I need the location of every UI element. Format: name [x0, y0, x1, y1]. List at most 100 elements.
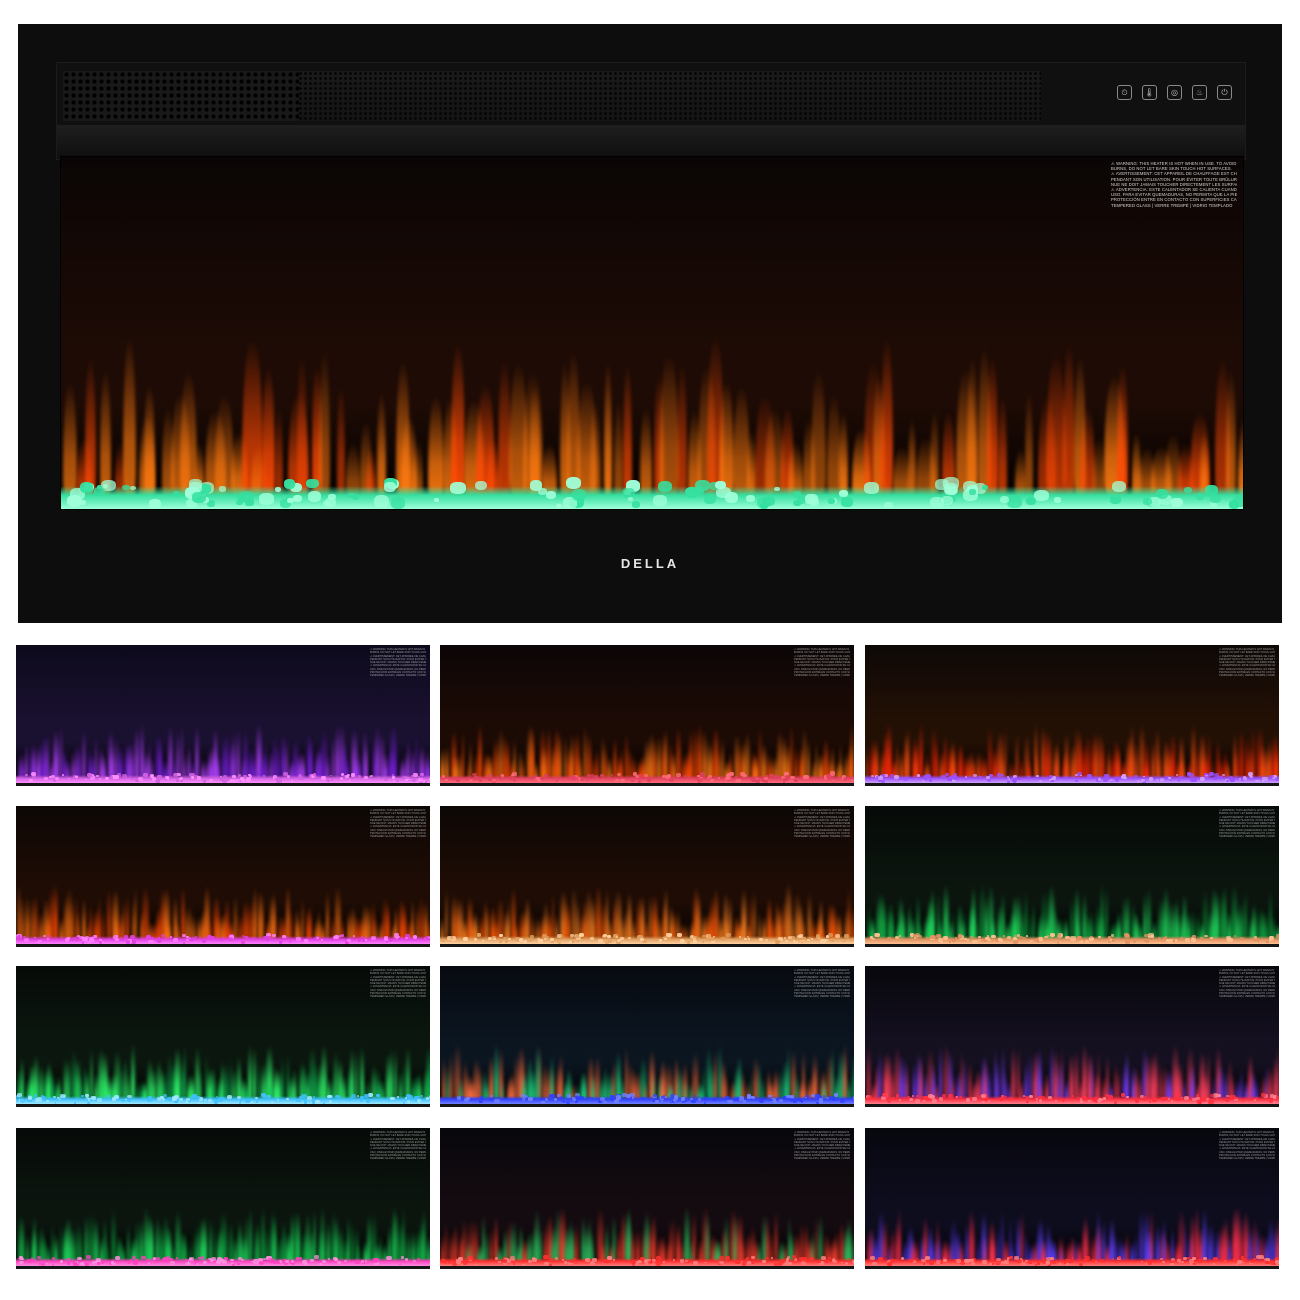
ember-crystal — [972, 939, 978, 944]
warning-label: ⚠ WARNING: THIS HEATER IS HOT WHEN IN US… — [794, 969, 850, 999]
ember-crystal — [980, 1094, 986, 1099]
flame — [570, 732, 574, 780]
ember-crystal — [1269, 1099, 1273, 1103]
flame — [390, 1046, 394, 1101]
ember-crystal — [462, 937, 468, 942]
temperature-button[interactable]: 🌡 — [1142, 85, 1157, 100]
ember-crystal — [71, 938, 75, 942]
ember-crystal — [178, 1098, 183, 1102]
top-trim — [57, 125, 1245, 157]
ember-crystal — [286, 497, 294, 504]
ember-crystal — [655, 1100, 659, 1103]
flame-field — [865, 966, 1279, 1104]
ember-crystal — [181, 934, 186, 938]
ember-crystal — [644, 1262, 648, 1266]
ember-crystal — [312, 1096, 315, 1099]
ember-crystal — [791, 780, 794, 783]
ember-crystal — [244, 935, 248, 939]
ember-crystal — [779, 1098, 783, 1102]
ember-crystal — [631, 1259, 637, 1264]
ember-crystal — [33, 1094, 38, 1097]
ember-crystal — [852, 1259, 854, 1264]
fireplace-unit: ⏲ 🌡 ◎ ♨ ⏻ ⚠ WARNING: THIS HEATER IS HOT … — [18, 24, 1282, 623]
ember-crystal — [924, 778, 927, 781]
ember-crystal — [889, 1259, 895, 1263]
ember-crystal — [589, 1261, 595, 1265]
flame — [336, 384, 345, 500]
ember-crystal — [965, 1098, 971, 1102]
ember-crystal — [550, 937, 555, 941]
ember-crystal — [967, 939, 969, 942]
ember-crystal — [1174, 940, 1178, 943]
ember-crystal — [259, 493, 274, 506]
ember-crystal — [1107, 937, 1111, 940]
flame — [658, 353, 679, 500]
ember-crystal — [126, 1094, 132, 1099]
ember-crystal — [1272, 1100, 1276, 1104]
ember-crystal — [1114, 1260, 1118, 1263]
ember-crystal — [747, 938, 750, 940]
flame — [845, 1217, 852, 1263]
heat-button[interactable]: ♨ — [1192, 85, 1207, 100]
ember-crystal — [523, 940, 527, 943]
ember-crystal — [1253, 1098, 1257, 1101]
flame — [477, 721, 482, 780]
ember-crystal — [1212, 1256, 1218, 1261]
ember-crystal — [152, 1257, 157, 1260]
ember-crystal — [557, 941, 561, 944]
ember-crystal — [929, 1261, 934, 1265]
ember-crystal — [347, 938, 351, 942]
ember-crystal — [729, 772, 735, 777]
ember-crystal — [303, 1101, 307, 1104]
flame-color-button[interactable]: ◎ — [1167, 85, 1182, 100]
ember-crystal — [239, 490, 255, 503]
ember-crystal — [323, 501, 330, 506]
ember-crystal — [470, 1102, 473, 1104]
ember-crystal — [44, 777, 48, 781]
ember-crystal — [832, 1097, 837, 1101]
ember-crystal — [1097, 778, 1101, 781]
ember-crystal — [1180, 1260, 1185, 1264]
flame — [1238, 729, 1244, 780]
flame — [651, 1213, 657, 1263]
ember-crystal — [643, 774, 648, 778]
flame — [182, 1044, 187, 1101]
ember-crystal — [365, 1098, 371, 1103]
ember-crystal — [597, 938, 603, 943]
ember-crystal — [1016, 1258, 1022, 1264]
ember-crystal — [113, 775, 120, 780]
ember-crystal — [34, 1098, 40, 1102]
flame-field — [16, 1128, 430, 1266]
ember-crystal — [710, 778, 715, 782]
ember-crystal — [628, 936, 631, 939]
ember-crystal — [940, 775, 946, 780]
ember-crystal — [494, 1099, 500, 1104]
ember-crystal — [286, 1097, 289, 1101]
ember-crystal — [874, 933, 880, 938]
ember-crystal — [104, 777, 109, 781]
ember-crystal — [1086, 773, 1092, 779]
flame — [551, 889, 555, 941]
ember-crystal — [283, 479, 296, 489]
ember-crystal — [1134, 1099, 1140, 1103]
flame — [337, 886, 342, 941]
timer-button[interactable]: ⏲ — [1117, 85, 1132, 100]
ember-crystal — [80, 1094, 84, 1098]
ember-crystal — [1133, 775, 1138, 779]
flame — [622, 362, 633, 500]
ember-crystal — [677, 933, 683, 938]
ember-crystal — [931, 1098, 938, 1103]
ember-crystal — [1209, 1094, 1214, 1098]
power-button[interactable]: ⏻ — [1217, 85, 1232, 100]
ember-crystal — [1034, 938, 1039, 942]
ember-crystal — [1275, 1259, 1279, 1264]
ember-crystal — [921, 1258, 926, 1263]
flame — [70, 899, 75, 941]
flame — [489, 1054, 494, 1101]
ember-crystal — [554, 1256, 559, 1260]
ember-crystal — [355, 1260, 360, 1264]
ember-crystal — [429, 777, 430, 781]
ember-crystal — [1191, 935, 1196, 939]
flame — [126, 1223, 131, 1263]
ember-crystal — [38, 1262, 42, 1265]
